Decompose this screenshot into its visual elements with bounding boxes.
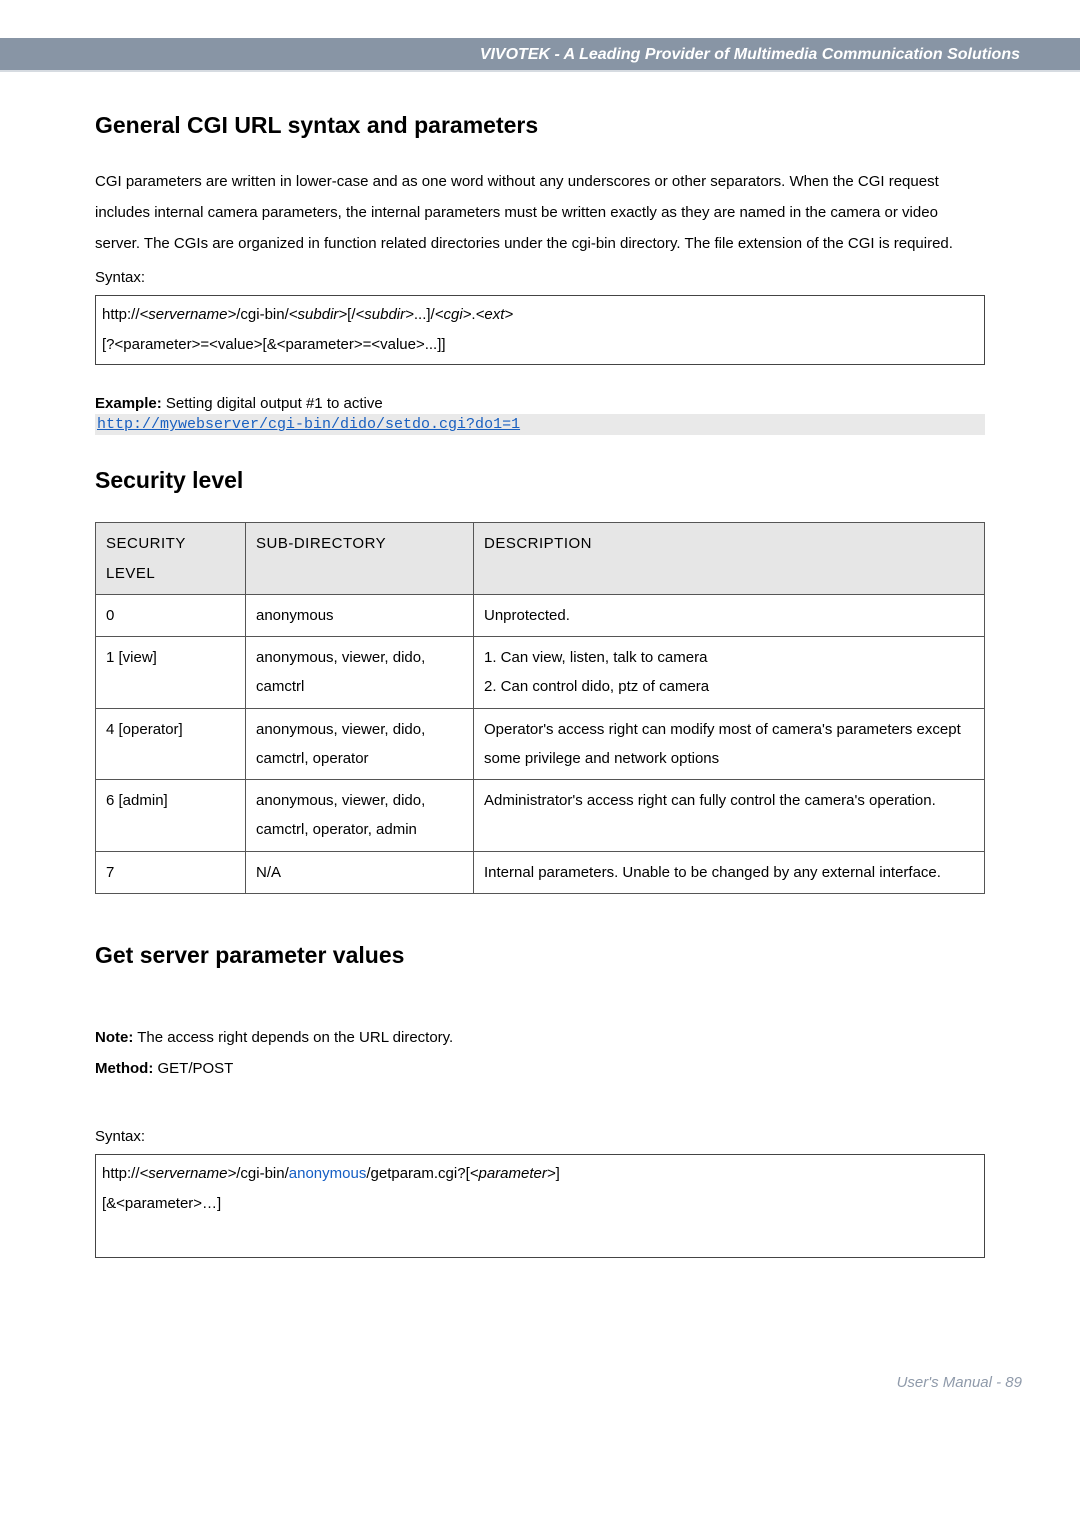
content-area: General CGI URL syntax and parameters CG… xyxy=(0,82,1080,1288)
table-row: 1 [view] anonymous, viewer, dido, camctr… xyxy=(96,637,985,709)
page-number: User's Manual - 89 xyxy=(897,1374,1022,1391)
table-row: 6 [admin] anonymous, viewer, dido, camct… xyxy=(96,780,985,852)
example-line: Example: Setting digital output #1 to ac… xyxy=(95,395,985,412)
th-sub-directory: SUB-DIRECTORY xyxy=(246,523,474,595)
cell-subdir: anonymous, viewer, dido, camctrl, operat… xyxy=(246,708,474,780)
cell-subdir: anonymous xyxy=(246,594,474,636)
syntax-label-2: Syntax: xyxy=(95,1122,985,1152)
cell-desc: 1. Can view, listen, talk to camera 2. C… xyxy=(474,637,985,709)
th-security-level: SECURITY LEVEL xyxy=(96,523,246,595)
syntax2-line-2: [&<parameter>…] xyxy=(102,1189,978,1219)
cell-desc: Unprotected. xyxy=(474,594,985,636)
syntax2-line-1: http://<servername>/cgi-bin/anonymous/ge… xyxy=(102,1159,978,1189)
cell-subdir: N/A xyxy=(246,851,474,893)
table-row: 0 anonymous Unprotected. xyxy=(96,594,985,636)
th-description: DESCRIPTION xyxy=(474,523,985,595)
cell-desc: Administrator's access right can fully c… xyxy=(474,780,985,852)
section-heading-general: General CGI URL syntax and parameters xyxy=(95,112,985,139)
cell-level: 6 [admin] xyxy=(96,780,246,852)
document-page: VIVOTEK - A Leading Provider of Multimed… xyxy=(0,38,1080,1422)
cell-subdir: anonymous, viewer, dido, camctrl xyxy=(246,637,474,709)
example-url-link[interactable]: http://mywebserver/cgi-bin/dido/setdo.cg… xyxy=(95,414,985,435)
cell-level: 0 xyxy=(96,594,246,636)
header-bar: VIVOTEK - A Leading Provider of Multimed… xyxy=(0,38,1080,72)
cell-level: 1 [view] xyxy=(96,637,246,709)
cell-level: 4 [operator] xyxy=(96,708,246,780)
note-line: Note: The access right depends on the UR… xyxy=(95,1025,985,1051)
section-heading-getparam: Get server parameter values xyxy=(95,942,985,969)
cell-level: 7 xyxy=(96,851,246,893)
method-line: Method: GET/POST xyxy=(95,1056,985,1082)
cell-desc: Internal parameters. Unable to be change… xyxy=(474,851,985,893)
table-row: 4 [operator] anonymous, viewer, dido, ca… xyxy=(96,708,985,780)
syntax-line-2: [?<parameter>=<value>[&<parameter>=<valu… xyxy=(102,330,978,360)
cell-desc: Operator's access right can modify most … xyxy=(474,708,985,780)
syntax-label: Syntax: xyxy=(95,263,985,293)
header-title: VIVOTEK - A Leading Provider of Multimed… xyxy=(480,46,1020,63)
syntax-box-getparam: http://<servername>/cgi-bin/anonymous/ge… xyxy=(95,1154,985,1258)
table-row: 7 N/A Internal parameters. Unable to be … xyxy=(96,851,985,893)
syntax-line-1: http://<servername>/cgi-bin/<subdir>[/<s… xyxy=(102,300,978,330)
section-heading-security: Security level xyxy=(95,467,985,494)
intro-paragraph: CGI parameters are written in lower-case… xyxy=(95,167,985,259)
table-body: 0 anonymous Unprotected. 1 [view] anonym… xyxy=(96,594,985,893)
security-level-table: SECURITY LEVEL SUB-DIRECTORY DESCRIPTION… xyxy=(95,522,985,894)
footer: User's Manual - 89 xyxy=(0,1374,1080,1422)
table-header-row: SECURITY LEVEL SUB-DIRECTORY DESCRIPTION xyxy=(96,523,985,595)
syntax-box-general: http://<servername>/cgi-bin/<subdir>[/<s… xyxy=(95,295,985,365)
cell-subdir: anonymous, viewer, dido, camctrl, operat… xyxy=(246,780,474,852)
